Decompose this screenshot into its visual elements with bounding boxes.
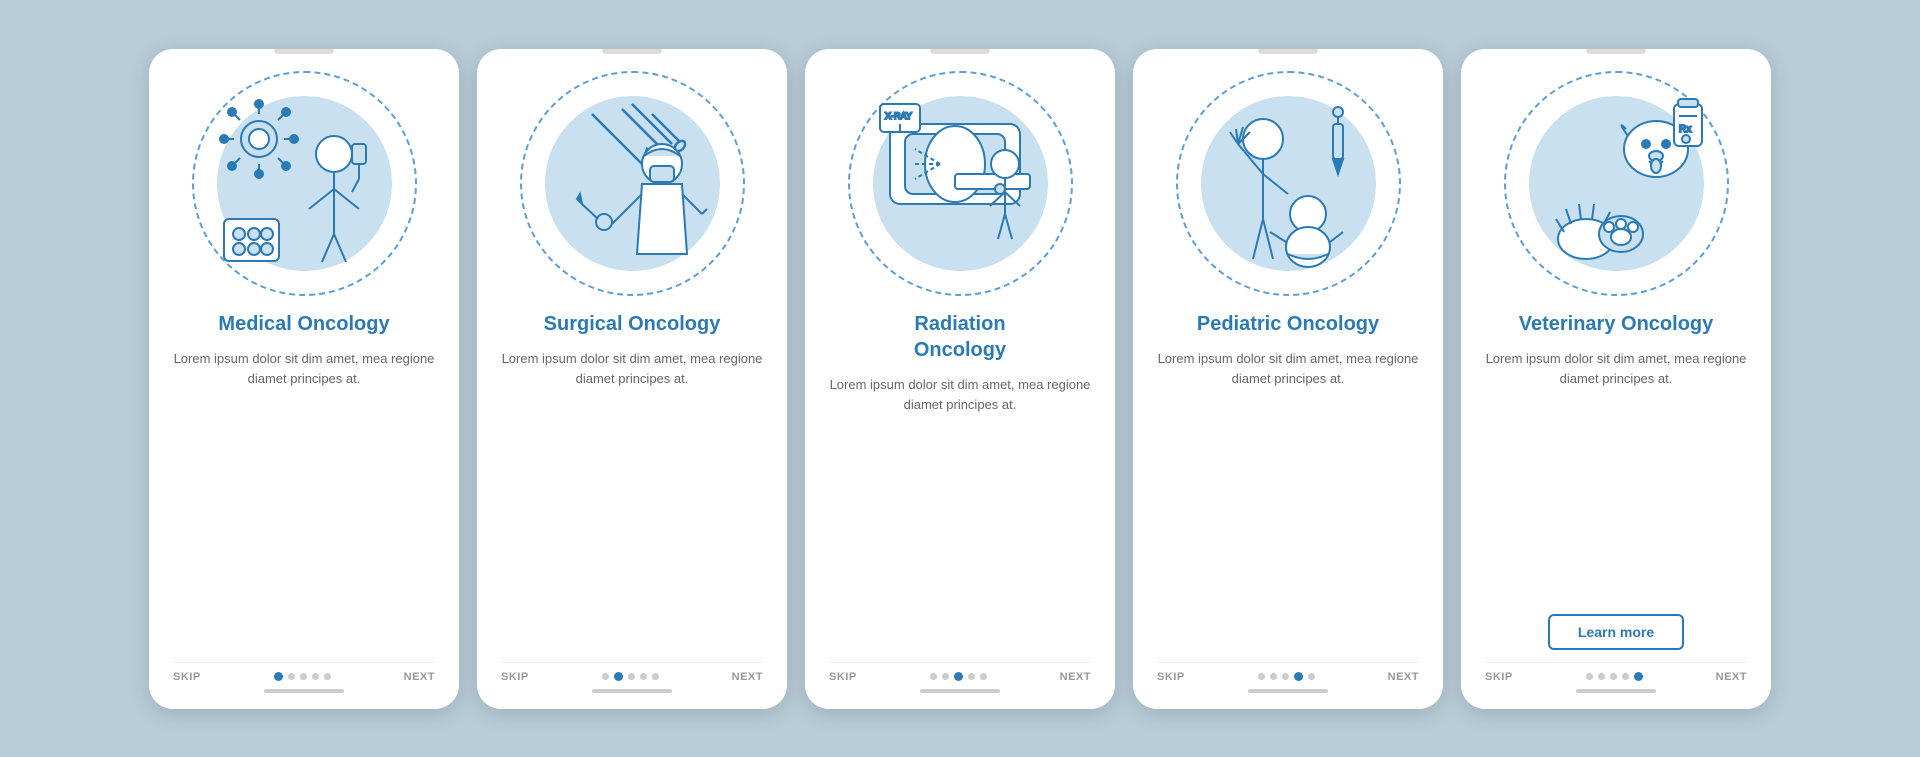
bottom-bar-4 [1248,689,1328,693]
dot-3-4 [968,673,975,680]
svg-medical-oncology [204,84,404,284]
svg-text:Rx: Rx [1679,124,1691,135]
skip-label-3[interactable]: SKIP [829,671,857,683]
card-veterinary-oncology: Rx [1461,49,1771,709]
dot-5-3 [1610,673,1617,680]
dot-1-2 [288,673,295,680]
next-label-3[interactable]: NEXT [1060,671,1091,683]
illustration-medical-oncology [189,69,419,299]
bottom-nav-4: SKIP NEXT [1157,662,1419,683]
dots-5 [1586,672,1643,681]
dot-2-1 [602,673,609,680]
desc-pediatric-oncology: Lorem ipsum dolor sit dim amet, mea regi… [1157,349,1419,648]
dot-4-3 [1282,673,1289,680]
svg-radiation-oncology: X-RAY [860,84,1060,284]
dot-1-1 [274,672,283,681]
dot-3-3 [954,672,963,681]
next-label-1[interactable]: NEXT [404,671,435,683]
skip-label-1[interactable]: SKIP [173,671,201,683]
illustration-radiation-oncology: X-RAY [845,69,1075,299]
dot-4-5 [1308,673,1315,680]
desc-veterinary-oncology: Lorem ipsum dolor sit dim amet, mea regi… [1485,349,1747,600]
dots-2 [602,672,659,681]
illustration-veterinary-oncology: Rx [1501,69,1731,299]
dots-1 [274,672,331,681]
dot-5-4 [1622,673,1629,680]
illustration-pediatric-oncology [1173,69,1403,299]
illustration-surgical-oncology [517,69,747,299]
dot-3-1 [930,673,937,680]
next-label-4[interactable]: NEXT [1388,671,1419,683]
desc-radiation-oncology: Lorem ipsum dolor sit dim amet, mea regi… [829,375,1091,648]
title-veterinary-oncology: Veterinary Oncology [1519,311,1714,337]
bottom-nav-5: SKIP NEXT [1485,662,1747,683]
skip-label-4[interactable]: SKIP [1157,671,1185,683]
dot-5-5 [1634,672,1643,681]
dot-2-5 [652,673,659,680]
bottom-bar-3 [920,689,1000,693]
dot-4-4 [1294,672,1303,681]
title-medical-oncology: Medical Oncology [218,311,389,337]
next-label-2[interactable]: NEXT [732,671,763,683]
screens-container: Medical Oncology Lorem ipsum dolor sit d… [149,49,1771,709]
skip-label-2[interactable]: SKIP [501,671,529,683]
dot-4-2 [1270,673,1277,680]
dots-3 [930,672,987,681]
bottom-bar-1 [264,689,344,693]
svg-surgical-oncology [532,84,732,284]
dot-1-4 [312,673,319,680]
bottom-bar-2 [592,689,672,693]
next-label-5[interactable]: NEXT [1716,671,1747,683]
bottom-nav-1: SKIP NEXT [173,662,435,683]
learn-more-button[interactable]: Learn more [1548,614,1684,650]
svg-text:X-RAY: X-RAY [885,111,912,121]
dot-1-3 [300,673,307,680]
card-radiation-oncology: X-RAY [805,49,1115,709]
dot-1-5 [324,673,331,680]
dot-3-2 [942,673,949,680]
dot-3-5 [980,673,987,680]
bottom-nav-3: SKIP NEXT [829,662,1091,683]
dot-2-3 [628,673,635,680]
card-surgical-oncology: Surgical Oncology Lorem ipsum dolor sit … [477,49,787,709]
dot-2-4 [640,673,647,680]
dot-5-1 [1586,673,1593,680]
card-medical-oncology: Medical Oncology Lorem ipsum dolor sit d… [149,49,459,709]
skip-label-5[interactable]: SKIP [1485,671,1513,683]
svg-veterinary-oncology: Rx [1516,84,1716,284]
dot-4-1 [1258,673,1265,680]
dot-5-2 [1598,673,1605,680]
svg-pediatric-oncology [1188,84,1388,284]
desc-surgical-oncology: Lorem ipsum dolor sit dim amet, mea regi… [501,349,763,648]
dot-2-2 [614,672,623,681]
bottom-bar-5 [1576,689,1656,693]
title-radiation-oncology: RadiationOncology [914,311,1006,363]
desc-medical-oncology: Lorem ipsum dolor sit dim amet, mea regi… [173,349,435,648]
title-pediatric-oncology: Pediatric Oncology [1197,311,1379,337]
dots-4 [1258,672,1315,681]
card-pediatric-oncology: Pediatric Oncology Lorem ipsum dolor sit… [1133,49,1443,709]
bottom-nav-2: SKIP NEXT [501,662,763,683]
title-surgical-oncology: Surgical Oncology [544,311,721,337]
